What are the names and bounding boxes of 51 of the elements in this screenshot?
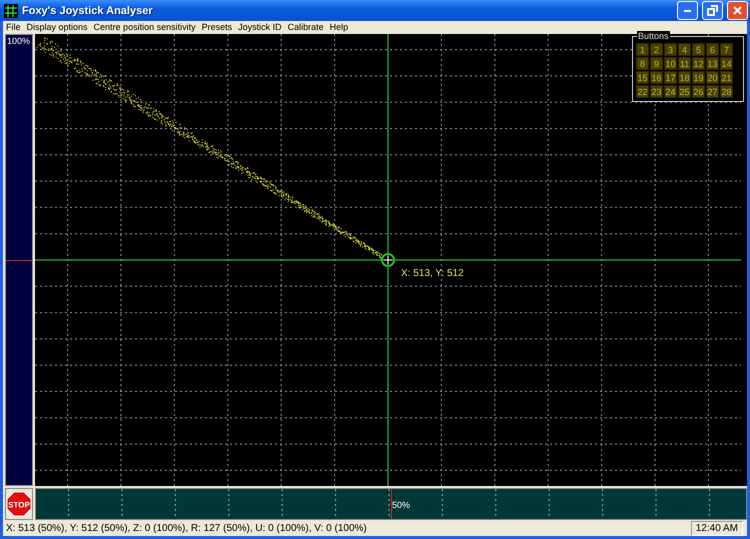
close-icon [732,5,743,16]
joystick-button-indicator: 2 [650,43,663,56]
joystick-button-indicator: 4 [678,43,691,56]
restore-icon [707,5,718,16]
joystick-button-indicator: 13 [706,57,719,70]
joystick-button-indicator: 7 [720,43,733,56]
gauge-label: 100% [7,36,30,46]
gauge-label: 50% [392,500,410,510]
window-title: Foxy's Joystick Analyser [22,4,154,16]
minimize-button[interactable] [677,1,698,20]
joystick-button-indicator: 19 [692,71,705,84]
menu-item[interactable]: Presets [202,22,232,32]
joystick-button-indicator: 1 [636,43,649,56]
menu-item[interactable]: Calibrate [288,22,324,32]
joystick-button-indicator: 15 [636,71,649,84]
close-button[interactable] [727,1,748,20]
joystick-button-indicator: 8 [636,57,649,70]
menu-item[interactable]: Display options [26,22,88,32]
clock: 12:40 AM [690,521,743,536]
panel-title: Buttons [637,31,670,41]
joystick-button-indicator: 17 [664,71,677,84]
joystick-button-indicator: 6 [706,43,719,56]
joystick-button-indicator: 9 [650,57,663,70]
menu-item[interactable]: Centre position sensitivity [94,22,196,32]
joystick-button-indicator: 18 [678,71,691,84]
joystick-button-indicator: 5 [692,43,705,56]
joystick-button-indicator: 23 [650,85,663,98]
joystick-button-indicator: 16 [650,71,663,84]
joystick-button-indicator: 24 [664,85,677,98]
cursor-readout: X: 513, Y: 512 [401,268,464,279]
cursor-icon [381,253,395,267]
joystick-button-indicator: 25 [678,85,691,98]
joystick-button-indicator: 21 [720,71,733,84]
joystick-button-indicator: 28 [720,85,733,98]
menu-item[interactable]: File [6,22,21,32]
joystick-button-indicator: 26 [692,85,705,98]
minimize-icon [684,10,691,12]
grid-icon [4,4,18,18]
joystick-button-indicator: 10 [664,57,677,70]
stop-button[interactable]: STOP [5,488,33,520]
axis-readout: X: 513 (50%), Y: 512 (50%), Z: 0 (100%), R: 127 (50%), U: 0 (100%), V: 0 (100%) [6,523,367,534]
menu-item[interactable]: Help [330,22,348,32]
joystick-button-indicator: 11 [678,57,691,70]
menu-item[interactable]: Joystick ID [238,22,282,32]
joystick-button-indicator: 3 [664,43,677,56]
joystick-button-indicator: 27 [706,85,719,98]
joystick-button-indicator: 20 [706,71,719,84]
joystick-button-indicator: 12 [692,57,705,70]
restore-button[interactable] [702,1,723,20]
joystick-button-indicator: 14 [720,57,733,70]
joystick-button-indicator: 22 [636,85,649,98]
